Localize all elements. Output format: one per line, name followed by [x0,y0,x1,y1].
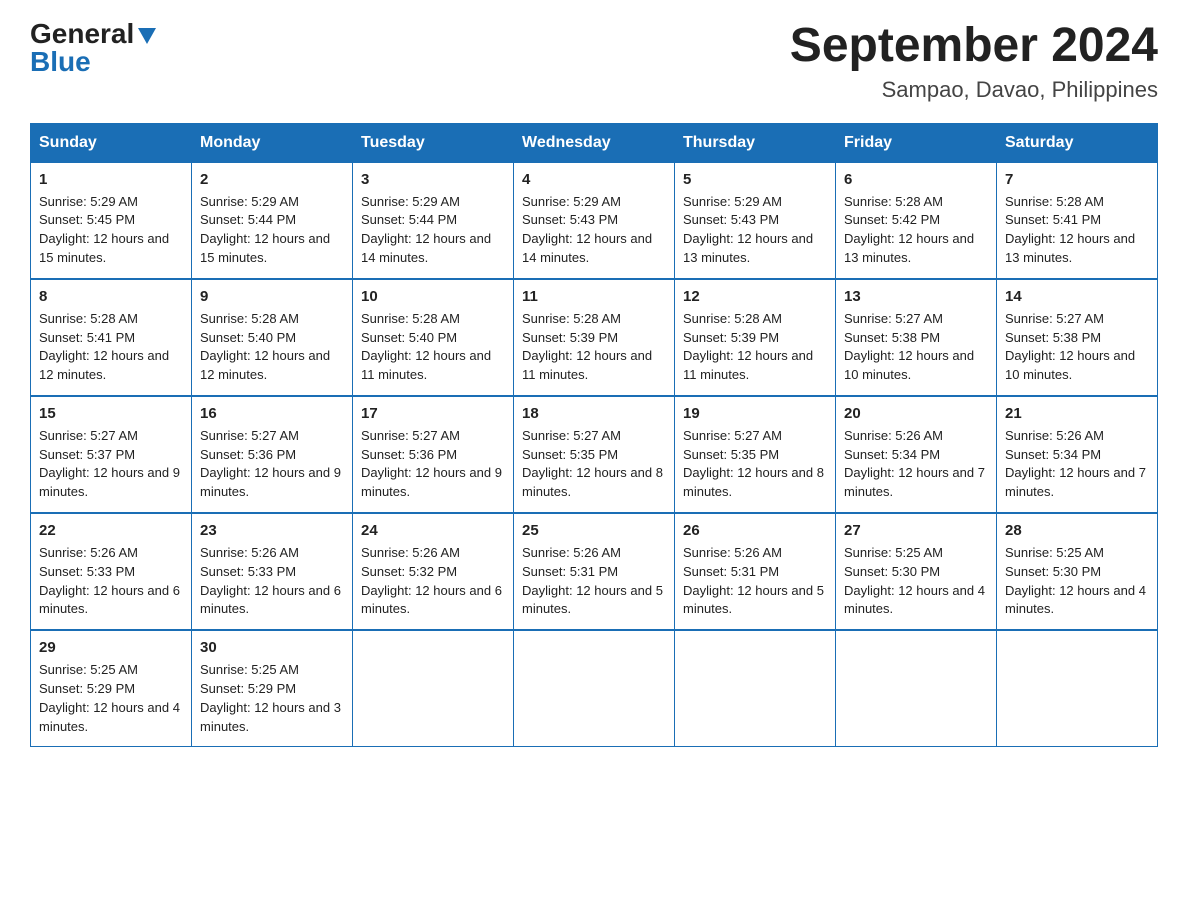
day-number: 9 [200,286,344,308]
calendar-day-header: Tuesday [353,123,514,162]
calendar-day-cell: 20Sunrise: 5:26 AMSunset: 5:34 PMDayligh… [836,396,997,513]
day-number: 22 [39,520,183,542]
calendar-day-cell: 11Sunrise: 5:28 AMSunset: 5:39 PMDayligh… [514,279,675,396]
calendar-day-cell: 30Sunrise: 5:25 AMSunset: 5:29 PMDayligh… [192,630,353,747]
calendar-day-cell: 9Sunrise: 5:28 AMSunset: 5:40 PMDaylight… [192,279,353,396]
calendar-day-cell [514,630,675,747]
calendar-day-cell: 29Sunrise: 5:25 AMSunset: 5:29 PMDayligh… [31,630,192,747]
calendar-day-cell: 8Sunrise: 5:28 AMSunset: 5:41 PMDaylight… [31,279,192,396]
calendar-day-cell: 21Sunrise: 5:26 AMSunset: 5:34 PMDayligh… [997,396,1158,513]
calendar-week-row: 15Sunrise: 5:27 AMSunset: 5:37 PMDayligh… [31,396,1158,513]
calendar-day-cell: 3Sunrise: 5:29 AMSunset: 5:44 PMDaylight… [353,162,514,279]
calendar-day-cell: 13Sunrise: 5:27 AMSunset: 5:38 PMDayligh… [836,279,997,396]
day-number: 29 [39,637,183,659]
day-number: 13 [844,286,988,308]
calendar-day-cell: 2Sunrise: 5:29 AMSunset: 5:44 PMDaylight… [192,162,353,279]
day-number: 23 [200,520,344,542]
calendar-day-cell [353,630,514,747]
day-number: 4 [522,169,666,191]
calendar-day-cell: 4Sunrise: 5:29 AMSunset: 5:43 PMDaylight… [514,162,675,279]
day-number: 18 [522,403,666,425]
calendar-day-cell: 7Sunrise: 5:28 AMSunset: 5:41 PMDaylight… [997,162,1158,279]
calendar-day-cell: 5Sunrise: 5:29 AMSunset: 5:43 PMDaylight… [675,162,836,279]
day-number: 26 [683,520,827,542]
calendar-week-row: 1Sunrise: 5:29 AMSunset: 5:45 PMDaylight… [31,162,1158,279]
calendar-day-cell: 14Sunrise: 5:27 AMSunset: 5:38 PMDayligh… [997,279,1158,396]
calendar-day-header: Saturday [997,123,1158,162]
calendar-day-header: Friday [836,123,997,162]
day-number: 30 [200,637,344,659]
day-number: 12 [683,286,827,308]
calendar-day-cell: 10Sunrise: 5:28 AMSunset: 5:40 PMDayligh… [353,279,514,396]
day-number: 6 [844,169,988,191]
day-number: 17 [361,403,505,425]
month-year-title: September 2024 [790,20,1158,73]
calendar-header-row: SundayMondayTuesdayWednesdayThursdayFrid… [31,123,1158,162]
calendar-day-cell: 23Sunrise: 5:26 AMSunset: 5:33 PMDayligh… [192,513,353,630]
day-number: 5 [683,169,827,191]
logo-blue: Blue [30,48,91,76]
calendar-day-cell [675,630,836,747]
calendar-day-cell: 28Sunrise: 5:25 AMSunset: 5:30 PMDayligh… [997,513,1158,630]
day-number: 24 [361,520,505,542]
calendar-day-cell: 1Sunrise: 5:29 AMSunset: 5:45 PMDaylight… [31,162,192,279]
day-number: 2 [200,169,344,191]
logo: General Blue [30,20,158,76]
logo-general: General [30,20,134,48]
calendar-day-header: Wednesday [514,123,675,162]
calendar-day-cell: 12Sunrise: 5:28 AMSunset: 5:39 PMDayligh… [675,279,836,396]
calendar-day-cell: 6Sunrise: 5:28 AMSunset: 5:42 PMDaylight… [836,162,997,279]
page-header: General Blue September 2024 Sampao, Dava… [30,20,1158,103]
calendar-table: SundayMondayTuesdayWednesdayThursdayFrid… [30,123,1158,748]
day-number: 10 [361,286,505,308]
calendar-day-cell: 25Sunrise: 5:26 AMSunset: 5:31 PMDayligh… [514,513,675,630]
calendar-day-cell: 17Sunrise: 5:27 AMSunset: 5:36 PMDayligh… [353,396,514,513]
calendar-day-cell: 15Sunrise: 5:27 AMSunset: 5:37 PMDayligh… [31,396,192,513]
day-number: 11 [522,286,666,308]
calendar-day-header: Monday [192,123,353,162]
calendar-day-cell: 22Sunrise: 5:26 AMSunset: 5:33 PMDayligh… [31,513,192,630]
day-number: 25 [522,520,666,542]
calendar-day-cell [997,630,1158,747]
calendar-day-cell [836,630,997,747]
day-number: 3 [361,169,505,191]
day-number: 14 [1005,286,1149,308]
calendar-day-cell: 26Sunrise: 5:26 AMSunset: 5:31 PMDayligh… [675,513,836,630]
day-number: 1 [39,169,183,191]
title-block: September 2024 Sampao, Davao, Philippine… [790,20,1158,103]
day-number: 27 [844,520,988,542]
calendar-day-header: Sunday [31,123,192,162]
calendar-day-cell: 16Sunrise: 5:27 AMSunset: 5:36 PMDayligh… [192,396,353,513]
day-number: 16 [200,403,344,425]
calendar-day-cell: 18Sunrise: 5:27 AMSunset: 5:35 PMDayligh… [514,396,675,513]
day-number: 19 [683,403,827,425]
day-number: 8 [39,286,183,308]
calendar-day-cell: 19Sunrise: 5:27 AMSunset: 5:35 PMDayligh… [675,396,836,513]
calendar-week-row: 29Sunrise: 5:25 AMSunset: 5:29 PMDayligh… [31,630,1158,747]
calendar-day-cell: 27Sunrise: 5:25 AMSunset: 5:30 PMDayligh… [836,513,997,630]
day-number: 7 [1005,169,1149,191]
location-subtitle: Sampao, Davao, Philippines [790,77,1158,103]
calendar-day-header: Thursday [675,123,836,162]
calendar-day-cell: 24Sunrise: 5:26 AMSunset: 5:32 PMDayligh… [353,513,514,630]
day-number: 21 [1005,403,1149,425]
day-number: 28 [1005,520,1149,542]
calendar-week-row: 22Sunrise: 5:26 AMSunset: 5:33 PMDayligh… [31,513,1158,630]
calendar-week-row: 8Sunrise: 5:28 AMSunset: 5:41 PMDaylight… [31,279,1158,396]
day-number: 15 [39,403,183,425]
logo-triangle-icon [136,24,158,46]
day-number: 20 [844,403,988,425]
